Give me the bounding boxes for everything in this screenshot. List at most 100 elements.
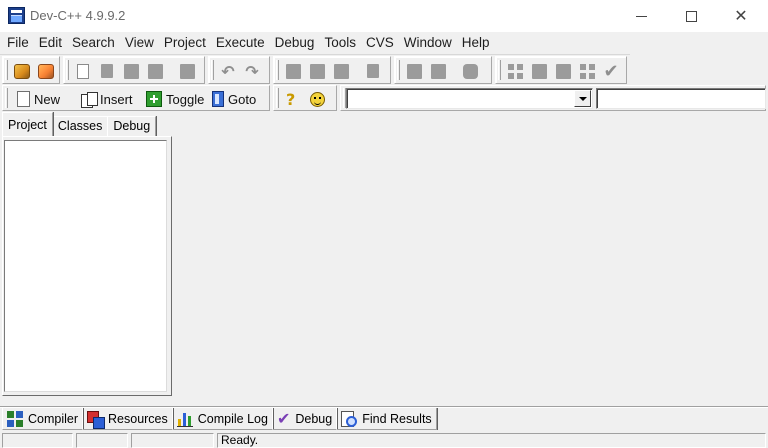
- print-icon: [179, 63, 195, 79]
- new-file-icon: [17, 91, 30, 107]
- compile-run-button[interactable]: [552, 60, 574, 82]
- remove-from-project-button[interactable]: [427, 60, 449, 82]
- class-select[interactable]: [346, 88, 593, 109]
- toolbar-group-help: ?: [273, 85, 337, 111]
- new-file-icon: [77, 63, 89, 79]
- toolbar-grip[interactable]: [5, 88, 8, 108]
- insert-button[interactable]: Insert: [81, 88, 133, 110]
- toolbar-group-edit: ↶ ↷: [208, 56, 270, 84]
- rebuild-all-button[interactable]: [576, 60, 598, 82]
- remove-from-project-icon: [430, 63, 446, 79]
- menu-view[interactable]: View: [120, 32, 159, 53]
- tab-project[interactable]: Project: [2, 112, 53, 136]
- add-to-project-button[interactable]: [403, 60, 425, 82]
- run-icon: [531, 63, 547, 79]
- find-next-button[interactable]: [330, 60, 352, 82]
- toolbar-grip[interactable]: [276, 88, 279, 108]
- redo-icon: ↷: [245, 61, 259, 81]
- tab-compiler[interactable]: Compiler: [2, 408, 84, 430]
- tab-debug-output[interactable]: ✔ Debug: [271, 408, 338, 430]
- status-cursor-position: [2, 433, 73, 448]
- project-tree[interactable]: [4, 140, 167, 392]
- save-all-icon: [147, 63, 163, 79]
- close-button[interactable]: ✕: [716, 0, 766, 32]
- devcpp-app-icon[interactable]: [8, 7, 25, 24]
- help-button[interactable]: ?: [286, 88, 295, 110]
- save-icon: [123, 63, 139, 79]
- resources-icon: [87, 410, 106, 429]
- status-message: Ready.: [217, 433, 766, 448]
- menu-file[interactable]: File: [2, 32, 34, 53]
- member-select[interactable]: [596, 88, 766, 109]
- project-options-button[interactable]: [459, 60, 481, 82]
- status-insert-mode: [76, 433, 128, 448]
- goto-line-button[interactable]: [362, 60, 384, 82]
- menu-project[interactable]: Project: [159, 32, 211, 53]
- main-toolbar: ↶ ↷ ✔: [0, 54, 630, 84]
- minimize-button[interactable]: [616, 0, 666, 32]
- print-button[interactable]: [176, 60, 198, 82]
- toolbar-grip[interactable]: [397, 60, 400, 80]
- tab-classes[interactable]: Classes: [51, 116, 109, 136]
- menu-bar: File Edit Search View Project Execute De…: [0, 32, 768, 53]
- menu-execute[interactable]: Execute: [211, 32, 270, 53]
- toolbar-grip[interactable]: [5, 60, 8, 80]
- menu-edit[interactable]: Edit: [34, 32, 67, 53]
- menu-debug[interactable]: Debug: [270, 32, 320, 53]
- tab-find-results-label: Find Results: [362, 411, 432, 426]
- compile-button[interactable]: [504, 60, 526, 82]
- new-project-button[interactable]: [11, 60, 33, 82]
- tab-resources-label: Resources: [108, 411, 168, 426]
- menu-tools[interactable]: Tools: [319, 32, 361, 53]
- compile-run-icon: [555, 63, 571, 79]
- menu-help[interactable]: Help: [457, 32, 495, 53]
- rebuild-all-icon: [579, 63, 595, 79]
- about-button[interactable]: [310, 88, 325, 110]
- goto-bookmark-button[interactable]: Goto: [212, 88, 256, 110]
- open-project-button[interactable]: [35, 60, 57, 82]
- toolbar-group-compile: ✔: [495, 56, 627, 84]
- smiley-icon: [310, 91, 325, 107]
- replace-button[interactable]: [306, 60, 328, 82]
- undo-button[interactable]: ↶: [217, 60, 239, 82]
- toolbar-grip[interactable]: [211, 60, 214, 80]
- undo-icon: ↶: [221, 61, 235, 81]
- add-to-project-icon: [406, 63, 422, 79]
- menu-search[interactable]: Search: [67, 32, 120, 53]
- toolbar-grip[interactable]: [66, 60, 69, 80]
- tab-debug-label: Debug: [295, 411, 333, 426]
- debug-check-icon: ✔: [276, 409, 291, 428]
- new-file-button[interactable]: [72, 60, 94, 82]
- run-button[interactable]: [528, 60, 550, 82]
- maximize-button[interactable]: [666, 0, 716, 32]
- open-file-button[interactable]: [96, 60, 118, 82]
- menu-cvs[interactable]: CVS: [361, 32, 399, 53]
- toolbar-grip[interactable]: [498, 60, 501, 80]
- find-button[interactable]: [282, 60, 304, 82]
- toggle-bookmark-button[interactable]: Toggle: [146, 88, 204, 110]
- new-button[interactable]: New: [17, 88, 60, 110]
- menu-window[interactable]: Window: [399, 32, 457, 53]
- toolbar-group-project-actions: [394, 56, 492, 84]
- new-label: New: [34, 91, 61, 107]
- save-all-button[interactable]: [144, 60, 166, 82]
- class-select-dropdown[interactable]: [574, 90, 591, 107]
- save-button[interactable]: [120, 60, 142, 82]
- left-panel-tabs: Project Classes Debug: [2, 112, 157, 136]
- redo-button[interactable]: ↷: [241, 60, 263, 82]
- tab-find-results[interactable]: Find Results: [336, 408, 437, 430]
- syntax-check-button[interactable]: ✔: [600, 60, 622, 82]
- tab-debug[interactable]: Debug: [107, 116, 157, 136]
- minimize-icon: [635, 15, 647, 17]
- insert-icon: [81, 91, 98, 108]
- goto-label: Goto: [228, 91, 257, 107]
- tab-compiler-label: Compiler: [28, 411, 79, 426]
- toolbar-group-bookmarks: New Insert Toggle Goto: [2, 85, 270, 111]
- toolbar-grip[interactable]: [276, 60, 279, 80]
- bottom-panel-tabs: Compiler Resources Compile Log ✔ Debug F…: [2, 408, 437, 430]
- find-icon: [285, 63, 301, 79]
- tab-compile-log[interactable]: Compile Log: [171, 408, 273, 430]
- toolbar-group-project: [2, 56, 60, 84]
- tab-resources[interactable]: Resources: [82, 408, 173, 430]
- open-file-icon: [101, 64, 113, 78]
